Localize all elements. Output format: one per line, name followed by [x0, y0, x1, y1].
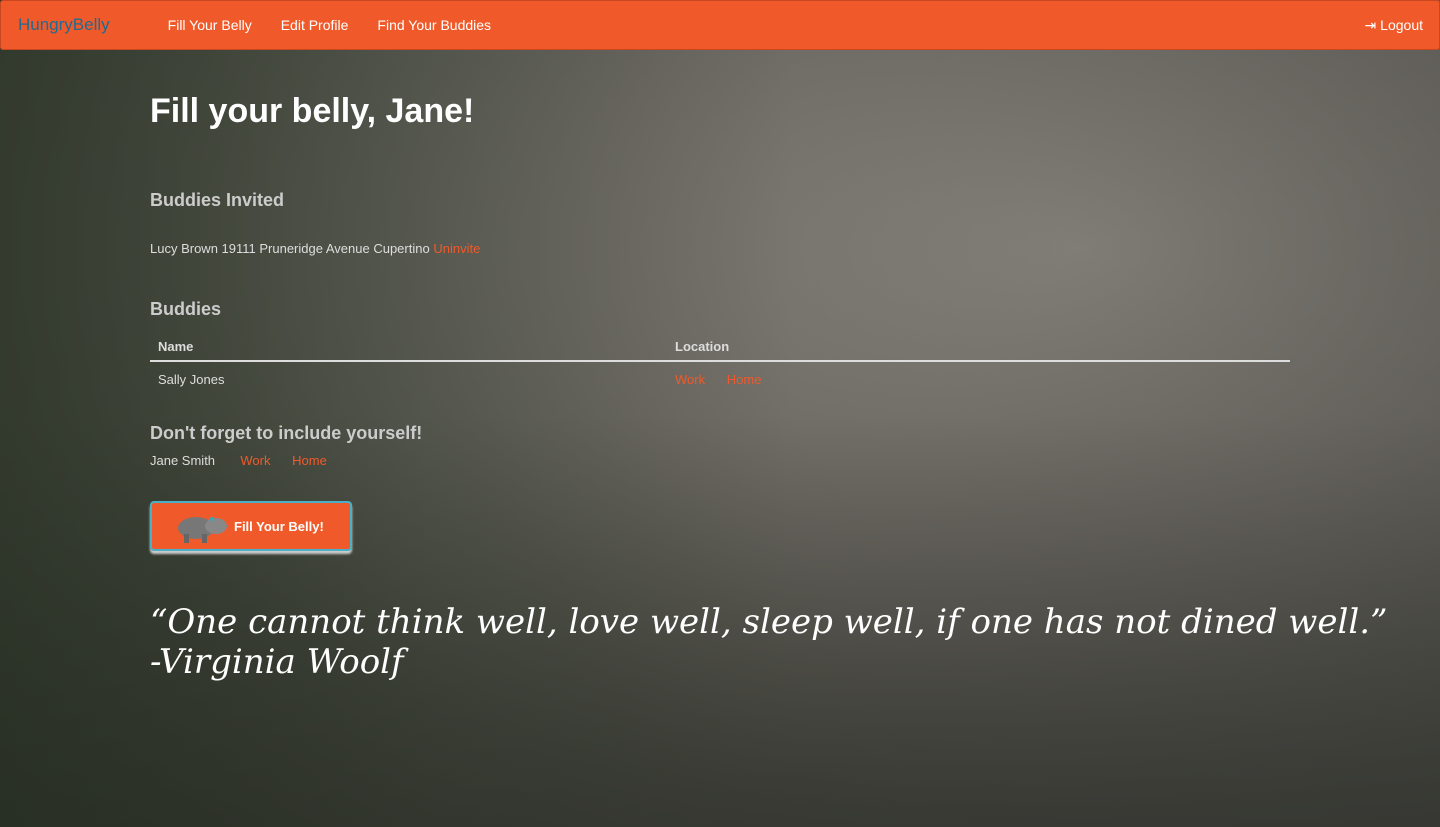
nav-edit-profile[interactable]: Edit Profile: [281, 17, 349, 33]
buddy-name: Sally Jones: [158, 372, 225, 387]
table-row: Sally Jones Work Home: [150, 361, 1290, 397]
buddies-heading: Buddies: [150, 299, 222, 319]
home-link[interactable]: Home: [727, 372, 762, 387]
page-title: Fill your belly, Jane!: [150, 92, 475, 130]
column-name: Name: [150, 333, 667, 362]
nav-fill-your-belly[interactable]: Fill Your Belly: [168, 17, 252, 33]
column-location: Location: [667, 333, 1290, 362]
uninvite-link[interactable]: Uninvite: [433, 241, 480, 256]
work-link[interactable]: Work: [675, 372, 705, 387]
fill-your-belly-button[interactable]: Fill Your Belly!: [150, 501, 352, 551]
buddies-table: Name Location Sally Jones Work Home: [150, 333, 1290, 397]
hippo-icon: [178, 517, 227, 543]
logout-button[interactable]: ⇥ Logout: [1364, 17, 1423, 34]
self-row: Jane Smith Work Home: [150, 453, 327, 468]
navbar: HungryBelly Fill Your Belly Edit Profile…: [0, 0, 1440, 50]
logout-icon: ⇥: [1364, 16, 1377, 33]
brand-logo[interactable]: HungryBelly: [18, 15, 110, 35]
nav-find-buddies[interactable]: Find Your Buddies: [377, 17, 491, 33]
quote-author: -Virginia Woolf: [150, 642, 404, 682]
invited-heading: Buddies Invited: [150, 190, 285, 210]
invited-item: Lucy Brown 19111 Pruneridge Avenue Cuper…: [150, 241, 481, 256]
self-heading: Don't forget to include yourself!: [150, 423, 423, 443]
quote: “One cannot think well, love well, sleep…: [150, 602, 1388, 682]
self-work-link[interactable]: Work: [240, 453, 270, 468]
self-home-link[interactable]: Home: [292, 453, 327, 468]
